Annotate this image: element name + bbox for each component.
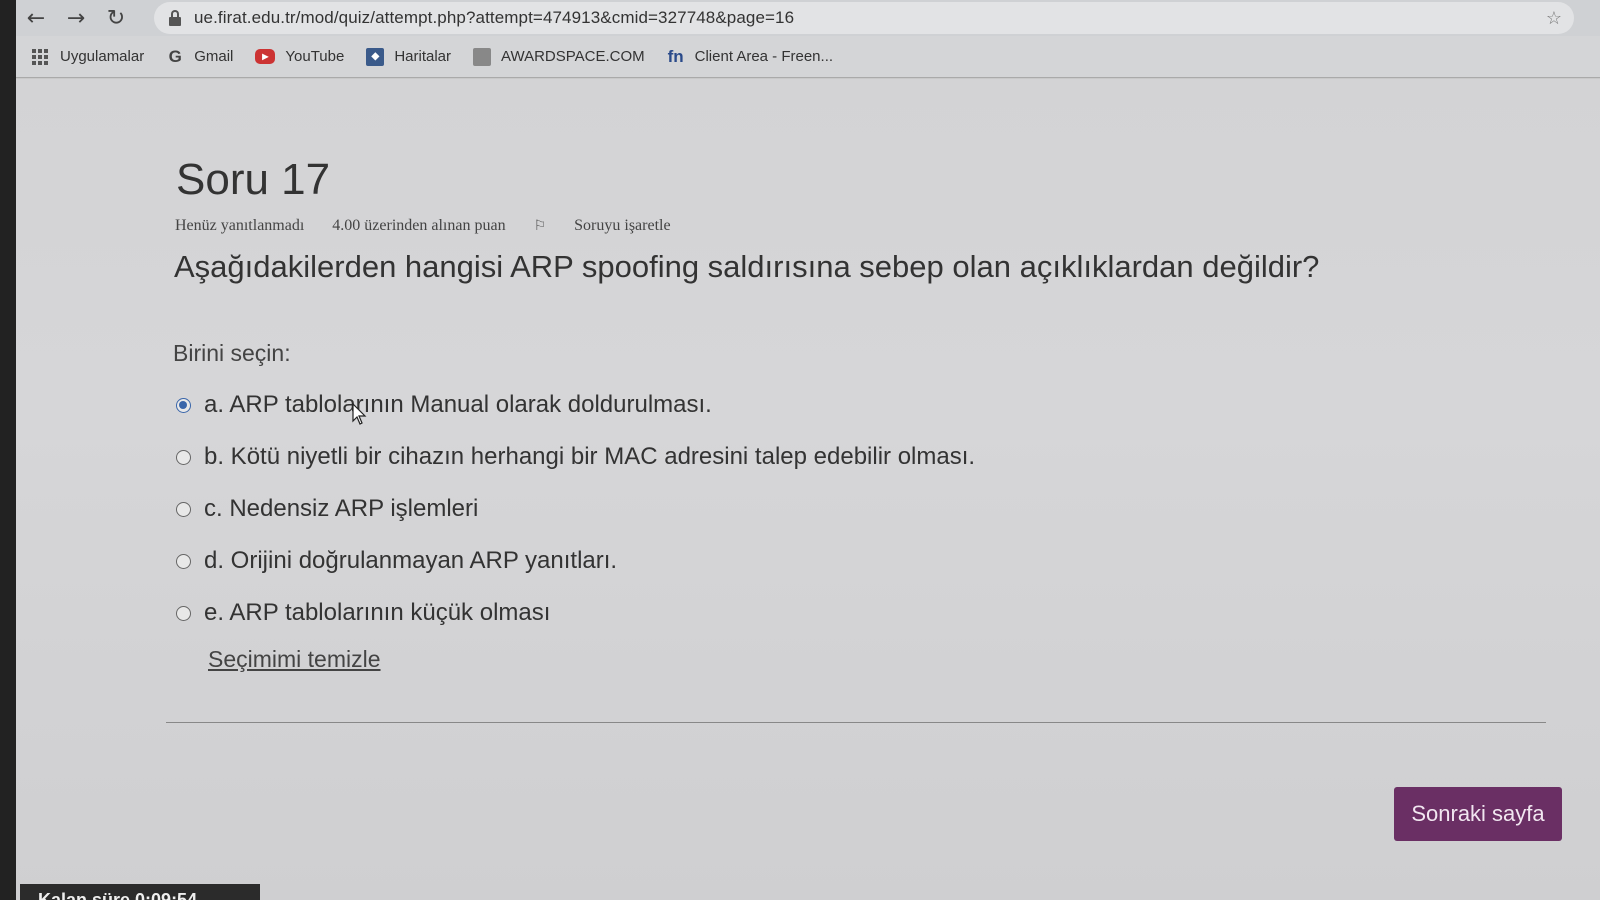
bookmarks-bar: Uygulamalar G Gmail ▶ YouTube ◆ Haritala… <box>16 36 1600 78</box>
bookmark-label: Uygulamalar <box>60 48 145 65</box>
option-a[interactable]: a. ARP tablolarının Manual olarak doldur… <box>176 379 975 431</box>
bookmark-awardspace[interactable]: AWARDSPACE.COM <box>473 47 645 66</box>
back-arrow-icon[interactable]: ← <box>16 0 56 36</box>
reload-icon[interactable]: ↻ <box>96 0 136 36</box>
bookmark-apps[interactable]: Uygulamalar <box>32 48 144 66</box>
timer-label: Kalan süre 0:09:54 <box>20 884 260 900</box>
option-d[interactable]: d. Orijini doğrulanmayan ARP yanıtları. <box>176 535 975 587</box>
option-label[interactable]: e. ARP tablolarının küçük olması <box>204 599 550 627</box>
browser-toolbar: ← → ↻ ue.firat.edu.tr/mod/quiz/attempt.p… <box>16 0 1600 36</box>
flag-icon: ⚐ <box>533 218 547 234</box>
bookmark-maps[interactable]: ◆ Haritalar <box>366 47 452 66</box>
address-bar[interactable]: ue.firat.edu.tr/mod/quiz/attempt.php?att… <box>154 2 1574 34</box>
bookmark-label: YouTube <box>285 48 345 65</box>
question-number: Soru 17 <box>176 155 331 204</box>
option-label[interactable]: d. Orijini doğrulanmayan ARP yanıtları. <box>204 547 617 575</box>
radio-button[interactable] <box>176 501 191 517</box>
choose-prompt: Birini seçin: <box>173 340 291 366</box>
option-label[interactable]: b. Kötü niyetli bir cihazın herhangi bir… <box>204 443 975 471</box>
bookmark-gmail[interactable]: G Gmail <box>166 46 234 66</box>
radio-button[interactable] <box>176 605 191 621</box>
option-label[interactable]: c. Nedensiz ARP işlemleri <box>204 495 478 523</box>
answer-options: a. ARP tablolarının Manual olarak doldur… <box>176 379 975 639</box>
youtube-icon: ▶ <box>255 49 276 64</box>
mouse-cursor-icon <box>352 403 367 425</box>
bookmark-label: AWARDSPACE.COM <box>501 48 645 65</box>
apps-grid-icon <box>32 48 50 66</box>
gmail-icon: G <box>168 46 182 66</box>
bookmark-youtube[interactable]: ▶ YouTube <box>255 48 344 65</box>
question-text: Aşağıdakilerden hangisi ARP spoofing sal… <box>174 249 1320 284</box>
clear-choice-link[interactable]: Seçimimi temizle <box>208 646 381 673</box>
quiz-page: Soru 17 Henüz yanıtlanmadı 4.00 üzerinde… <box>16 79 1600 900</box>
radio-button[interactable] <box>176 449 191 465</box>
bookmark-client-area[interactable]: fn Client Area - Freen... <box>667 46 834 66</box>
radio-button[interactable] <box>176 397 191 413</box>
bookmark-label: Client Area - Freen... <box>694 48 834 65</box>
url-text: ue.firat.edu.tr/mod/quiz/attempt.php?att… <box>194 8 795 27</box>
option-label[interactable]: a. ARP tablolarının Manual olarak doldur… <box>204 391 712 419</box>
option-c[interactable]: c. Nedensiz ARP işlemleri <box>176 483 975 535</box>
bookmark-label: Gmail <box>194 48 234 65</box>
forward-arrow-icon[interactable]: → <box>56 0 96 36</box>
flag-question-link[interactable]: ⚐ Soruyu işaretle <box>534 217 699 235</box>
bookmark-label: Haritalar <box>394 48 452 65</box>
question-grade: 4.00 üzerinden alınan puan <box>332 217 506 234</box>
bookmark-star-icon[interactable]: ☆ <box>1546 8 1562 29</box>
option-b[interactable]: b. Kötü niyetli bir cihazın herhangi bir… <box>176 431 975 483</box>
divider <box>166 722 1546 723</box>
maps-icon: ◆ <box>366 47 385 66</box>
screen-bezel <box>0 0 16 900</box>
question-status: Henüz yanıtlanmadı <box>175 217 305 234</box>
question-info: Henüz yanıtlanmadı 4.00 üzerinden alınan… <box>175 217 727 235</box>
fn-icon: fn <box>667 46 684 66</box>
flag-label: Soruyu işaretle <box>574 217 671 234</box>
next-page-button[interactable]: Sonraki sayfa <box>1394 787 1562 841</box>
lock-icon <box>168 10 182 26</box>
awardspace-icon <box>473 47 492 66</box>
option-e[interactable]: e. ARP tablolarının küçük olması <box>176 587 975 639</box>
radio-button[interactable] <box>176 553 191 569</box>
